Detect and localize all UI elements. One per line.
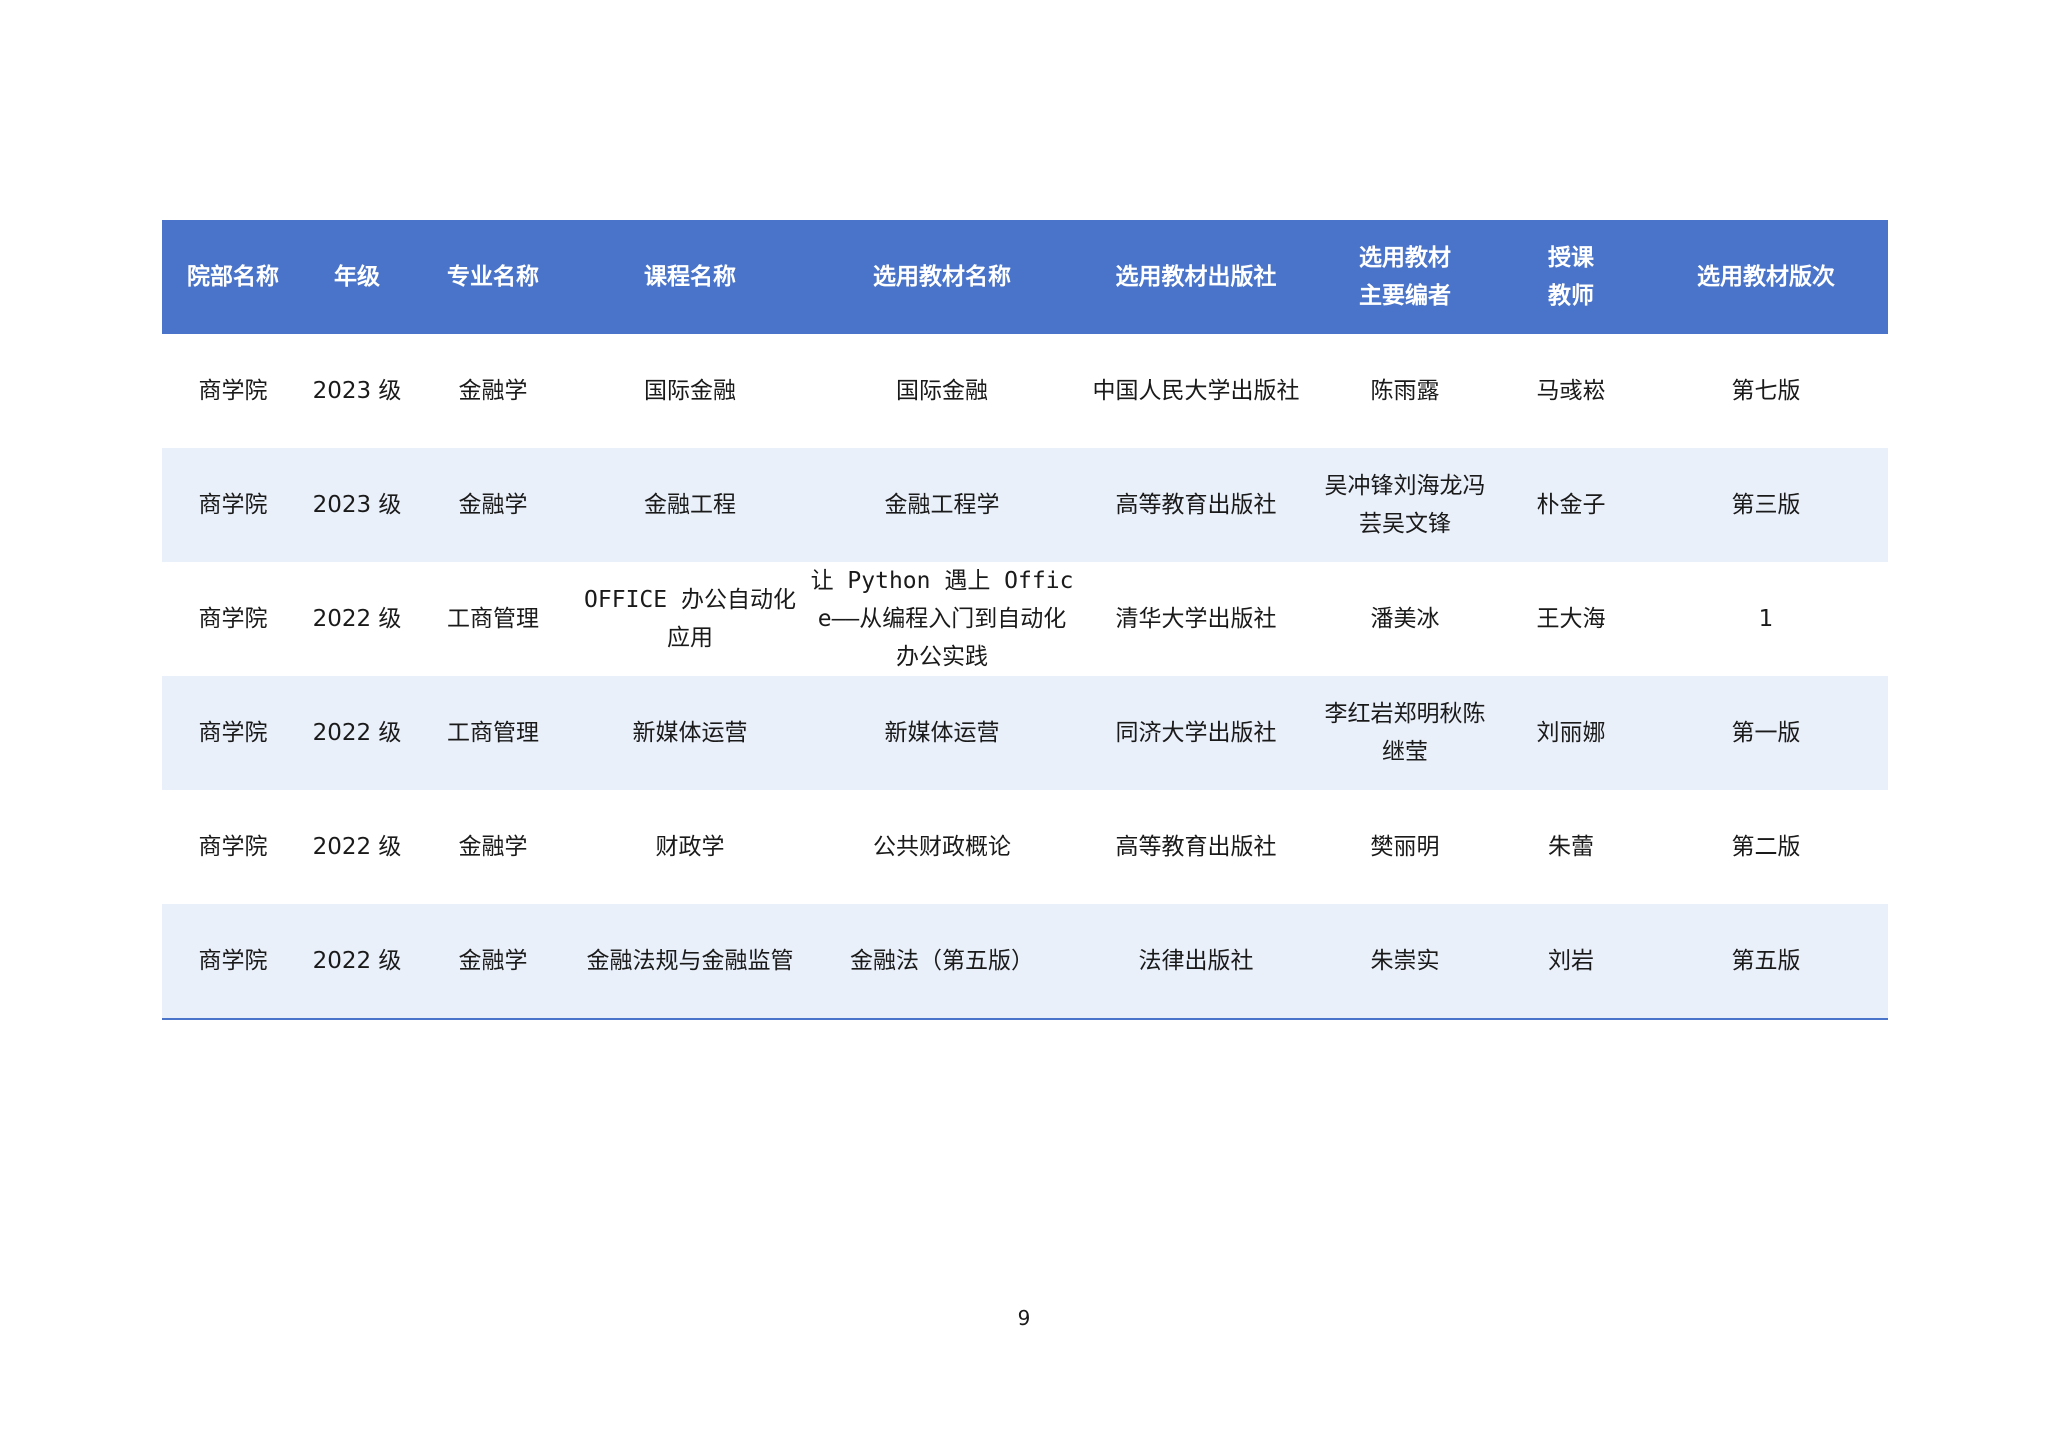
header-edition: 选用教材版次 xyxy=(1644,220,1888,334)
header-line: 专业名称 xyxy=(447,264,539,290)
table-row: 商学院 2023 级 金融学 国际金融 国际金融 中国人民大学出版社 陈雨露 马… xyxy=(162,334,1888,448)
table-header-row: 院部名称 年级 专业名称 课程名称 选用教材名称 选用教材出版社 选用教材 主要… xyxy=(162,220,1888,334)
cell-edition: 第二版 xyxy=(1644,790,1888,904)
cell-grade: 2022 级 xyxy=(304,904,410,1020)
cell-textbook: 国际金融 xyxy=(804,334,1080,448)
cell-grade: 2023 级 xyxy=(304,448,410,562)
cell-textbook: 让 Python 遇上 Office——从编程入门到自动化办公实践 xyxy=(804,562,1080,676)
cell-editors: 樊丽明 xyxy=(1312,790,1498,904)
cell-textbook: 公共财政概论 xyxy=(804,790,1080,904)
table-row: 商学院 2022 级 工商管理 OFFICE 办公自动化应用 让 Python … xyxy=(162,562,1888,676)
cell-editors: 潘美冰 xyxy=(1312,562,1498,676)
cell-publisher: 高等教育出版社 xyxy=(1080,790,1312,904)
cell-editors: 李红岩郑明秋陈继莹 xyxy=(1312,676,1498,790)
cell-course: 国际金融 xyxy=(576,334,804,448)
header-line: 教师 xyxy=(1548,283,1594,309)
cell-major: 金融学 xyxy=(410,334,576,448)
cell-grade: 2022 级 xyxy=(304,676,410,790)
cell-major: 金融学 xyxy=(410,790,576,904)
cell-editors: 陈雨露 xyxy=(1312,334,1498,448)
cell-publisher: 高等教育出版社 xyxy=(1080,448,1312,562)
table-row: 商学院 2022 级 工商管理 新媒体运营 新媒体运营 同济大学出版社 李红岩郑… xyxy=(162,676,1888,790)
header-line: 授课 xyxy=(1548,245,1594,271)
header-line: 主要编者 xyxy=(1359,283,1451,309)
cell-major: 工商管理 xyxy=(410,562,576,676)
cell-major: 金融学 xyxy=(410,904,576,1020)
page-number: 9 xyxy=(1017,1306,1031,1330)
cell-grade: 2022 级 xyxy=(304,790,410,904)
cell-publisher: 同济大学出版社 xyxy=(1080,676,1312,790)
cell-edition: 第七版 xyxy=(1644,334,1888,448)
header-textbook: 选用教材名称 xyxy=(804,220,1080,334)
header-line: 课程名称 xyxy=(644,264,736,290)
cell-textbook: 金融法（第五版） xyxy=(804,904,1080,1020)
cell-dept: 商学院 xyxy=(162,790,304,904)
table-row: 商学院 2023 级 金融学 金融工程 金融工程学 高等教育出版社 吴冲锋刘海龙… xyxy=(162,448,1888,562)
cell-grade: 2022 级 xyxy=(304,562,410,676)
header-line: 选用教材 xyxy=(1359,245,1451,271)
cell-major: 工商管理 xyxy=(410,676,576,790)
cell-dept: 商学院 xyxy=(162,448,304,562)
cell-major: 金融学 xyxy=(410,448,576,562)
cell-dept: 商学院 xyxy=(162,562,304,676)
header-line: 选用教材名称 xyxy=(873,264,1011,290)
cell-dept: 商学院 xyxy=(162,904,304,1020)
cell-editors: 吴冲锋刘海龙冯芸吴文锋 xyxy=(1312,448,1498,562)
cell-textbook: 新媒体运营 xyxy=(804,676,1080,790)
header-editors: 选用教材 主要编者 xyxy=(1312,220,1498,334)
header-line: 院部名称 xyxy=(187,264,279,290)
document-page: 院部名称 年级 专业名称 课程名称 选用教材名称 选用教材出版社 选用教材 主要… xyxy=(0,0,2048,1448)
header-course: 课程名称 xyxy=(576,220,804,334)
cell-textbook: 金融工程学 xyxy=(804,448,1080,562)
header-major: 专业名称 xyxy=(410,220,576,334)
header-grade: 年级 xyxy=(304,220,410,334)
cell-edition: 1 xyxy=(1644,562,1888,676)
header-dept: 院部名称 xyxy=(162,220,304,334)
cell-course: 财政学 xyxy=(576,790,804,904)
cell-teacher: 王大海 xyxy=(1498,562,1644,676)
cell-publisher: 中国人民大学出版社 xyxy=(1080,334,1312,448)
table-row: 商学院 2022 级 金融学 金融法规与金融监管 金融法（第五版） 法律出版社 … xyxy=(162,904,1888,1020)
cell-edition: 第一版 xyxy=(1644,676,1888,790)
cell-grade: 2023 级 xyxy=(304,334,410,448)
header-publisher: 选用教材出版社 xyxy=(1080,220,1312,334)
header-line: 选用教材版次 xyxy=(1697,264,1835,290)
header-line: 选用教材出版社 xyxy=(1115,264,1277,290)
cell-edition: 第三版 xyxy=(1644,448,1888,562)
cell-publisher: 法律出版社 xyxy=(1080,904,1312,1020)
cell-teacher: 马彧崧 xyxy=(1498,334,1644,448)
cell-dept: 商学院 xyxy=(162,676,304,790)
textbook-table: 院部名称 年级 专业名称 课程名称 选用教材名称 选用教材出版社 选用教材 主要… xyxy=(162,220,1888,1020)
header-line: 年级 xyxy=(334,264,380,290)
table-row: 商学院 2022 级 金融学 财政学 公共财政概论 高等教育出版社 樊丽明 朱蕾… xyxy=(162,790,1888,904)
cell-course: 金融工程 xyxy=(576,448,804,562)
cell-course: 金融法规与金融监管 xyxy=(576,904,804,1020)
cell-course: 新媒体运营 xyxy=(576,676,804,790)
cell-teacher: 刘丽娜 xyxy=(1498,676,1644,790)
cell-teacher: 朴金子 xyxy=(1498,448,1644,562)
cell-teacher: 朱蕾 xyxy=(1498,790,1644,904)
cell-teacher: 刘岩 xyxy=(1498,904,1644,1020)
cell-dept: 商学院 xyxy=(162,334,304,448)
cell-course: OFFICE 办公自动化应用 xyxy=(576,562,804,676)
cell-edition: 第五版 xyxy=(1644,904,1888,1020)
header-teacher: 授课 教师 xyxy=(1498,220,1644,334)
cell-publisher: 清华大学出版社 xyxy=(1080,562,1312,676)
cell-editors: 朱崇实 xyxy=(1312,904,1498,1020)
